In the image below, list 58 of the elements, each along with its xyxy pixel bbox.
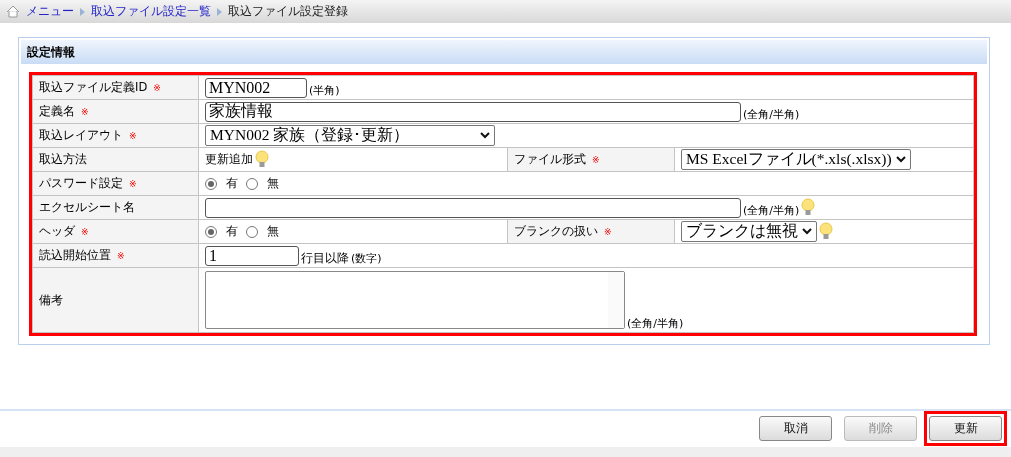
- breadcrumb-link[interactable]: メニュー: [26, 4, 74, 19]
- field-label: ヘッダ: [39, 224, 75, 238]
- field-label: 取込レイアウト: [39, 128, 123, 142]
- panel-title: 設定情報: [21, 40, 987, 64]
- caret-icon: [480, 132, 490, 139]
- input-note: (半角): [309, 82, 340, 98]
- text-field[interactable]: MYN002: [205, 77, 307, 98]
- radio-button[interactable]: [246, 225, 258, 238]
- required-mark: ※: [129, 179, 137, 189]
- text-field[interactable]: 家族情報: [205, 101, 741, 122]
- text-field[interactable]: 1: [205, 245, 299, 266]
- radio-label: 無: [267, 224, 279, 239]
- field-label: 備考: [39, 292, 63, 307]
- breadcrumb-link[interactable]: 取込ファイル設定一覧: [91, 4, 211, 19]
- radio-label: 無: [267, 176, 279, 191]
- lightbulb-icon[interactable]: [819, 221, 833, 242]
- lightbulb-icon[interactable]: [801, 197, 816, 218]
- text-field[interactable]: [205, 197, 741, 218]
- radio-button[interactable]: [205, 225, 217, 238]
- action-button[interactable]: 取消: [759, 415, 832, 441]
- caret-icon: [802, 228, 812, 235]
- required-mark: ※: [81, 227, 89, 237]
- required-mark: ※: [153, 83, 161, 93]
- required-mark: ※: [129, 131, 137, 141]
- required-mark: ※: [81, 107, 89, 117]
- home-icon[interactable]: [6, 5, 20, 18]
- field-label: 取込ファイル定義ID: [39, 80, 148, 94]
- field-label: ブランクの扱い: [514, 224, 598, 238]
- input-note: (全角/半角): [743, 106, 800, 122]
- required-mark: ※: [604, 227, 612, 237]
- radio-label: 有: [226, 176, 238, 191]
- value-text: 更新追加: [205, 152, 253, 167]
- radio-label: 有: [226, 224, 238, 239]
- field-label: パスワード設定: [39, 176, 123, 190]
- required-mark: ※: [592, 155, 600, 165]
- input-note: (数字): [351, 250, 382, 266]
- separator-icon: [217, 7, 222, 16]
- input-note: (全角/半角): [627, 316, 684, 331]
- radio-button[interactable]: [246, 177, 258, 190]
- scrollbar[interactable]: [608, 272, 624, 328]
- input-note: (全角/半角): [743, 202, 800, 218]
- dropdown[interactable]: MS Excelファイル(*.xls(.xlsx)): [681, 149, 911, 170]
- dropdown[interactable]: ブランクは無視: [681, 221, 817, 242]
- field-label: 読込開始位置: [39, 248, 111, 262]
- field-label: ファイル形式: [514, 152, 586, 166]
- action-button[interactable]: 更新: [929, 415, 1002, 441]
- required-mark: ※: [117, 251, 125, 261]
- lightbulb-icon[interactable]: [255, 149, 269, 170]
- field-label: 定義名: [39, 104, 75, 118]
- field-label: エクセルシート名: [39, 200, 135, 214]
- separator-icon: [80, 7, 85, 16]
- field-label: 取込方法: [39, 152, 87, 166]
- breadcrumb-current: 取込ファイル設定登録: [228, 4, 348, 19]
- remarks-textarea[interactable]: [205, 271, 625, 329]
- radio-button[interactable]: [205, 177, 217, 190]
- dropdown[interactable]: MYN002 家族（登録･更新）: [205, 125, 495, 146]
- caret-icon: [895, 156, 906, 163]
- suffix-text: 行目以降: [301, 250, 349, 266]
